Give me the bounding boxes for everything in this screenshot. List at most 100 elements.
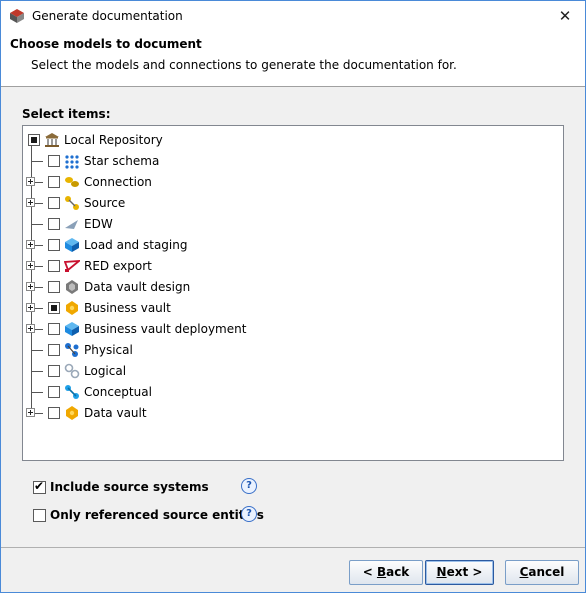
back-prefix: < — [362, 565, 377, 579]
item-checkbox[interactable] — [48, 407, 60, 419]
window-title: Generate documentation — [32, 9, 183, 23]
tree-branch-line — [31, 392, 43, 393]
close-button[interactable]: ✕ — [545, 1, 585, 31]
expand-toggle[interactable] — [26, 408, 35, 417]
tree-item-load-and-staging[interactable]: Load and staging — [23, 235, 563, 255]
edw-icon — [65, 220, 78, 229]
star-schema-icon — [65, 155, 79, 169]
only-referenced-checkbox[interactable] — [33, 509, 46, 522]
tree-item-data-vault[interactable]: Data vault — [23, 403, 563, 423]
cancel-rest: ancel — [528, 565, 565, 579]
tree-item-physical[interactable]: Physical — [23, 340, 563, 360]
footer-separator — [1, 547, 585, 548]
tree-item-data-vault-design[interactable]: Data vault design — [23, 277, 563, 297]
item-checkbox[interactable] — [48, 260, 60, 272]
tree-item-logical[interactable]: Logical — [23, 361, 563, 381]
next-button[interactable]: Next > — [425, 560, 494, 585]
tree-content: Local Repository Star schema Connection So… — [23, 126, 563, 460]
item-checkbox[interactable] — [48, 176, 60, 188]
expand-toggle[interactable] — [26, 198, 35, 207]
tree-branch-line — [35, 413, 43, 414]
item-label: Star schema — [84, 154, 160, 168]
item-label: Load and staging — [84, 238, 188, 252]
item-checkbox[interactable] — [48, 218, 60, 230]
item-label: Business vault deployment — [84, 322, 247, 336]
item-label: Conceptual — [84, 385, 152, 399]
tree-item-star-schema[interactable]: Star schema — [23, 151, 563, 171]
next-mnemonic: N — [436, 565, 447, 579]
physical-icon — [65, 343, 79, 357]
model-tree[interactable]: Local Repository Star schema Connection So… — [22, 125, 564, 461]
tree-branch-line — [35, 182, 43, 183]
item-checkbox[interactable] — [48, 197, 60, 209]
data-vault-design-icon — [66, 280, 78, 294]
expand-toggle[interactable] — [26, 177, 35, 186]
tree-branch-line — [35, 266, 43, 267]
expand-toggle[interactable] — [26, 240, 35, 249]
item-checkbox[interactable] — [48, 365, 60, 377]
help-icon[interactable]: ? — [241, 506, 257, 522]
select-items-label: Select items: — [22, 107, 111, 121]
logical-icon — [64, 363, 80, 379]
title-bar[interactable]: Generate documentation ✕ — [1, 1, 585, 31]
only-referenced-label: Only referenced source entities — [50, 508, 264, 522]
business-vault-deployment-icon — [65, 322, 79, 336]
dialog-window: Generate documentation ✕ Choose models t… — [0, 0, 586, 593]
expand-toggle[interactable] — [26, 282, 35, 291]
item-checkbox[interactable] — [48, 281, 60, 293]
source-icon — [65, 196, 79, 210]
tree-item-conceptual[interactable]: Conceptual — [23, 382, 563, 402]
repository-icon — [45, 133, 59, 147]
item-label: Logical — [84, 364, 127, 378]
tree-root-row[interactable]: Local Repository — [23, 130, 563, 150]
business-vault-icon — [66, 301, 78, 315]
expand-toggle[interactable] — [26, 261, 35, 270]
item-label: RED export — [84, 259, 152, 273]
item-checkbox[interactable] — [48, 155, 60, 167]
back-button[interactable]: < Back — [349, 560, 423, 585]
root-label: Local Repository — [64, 133, 163, 147]
back-rest: ack — [386, 565, 410, 579]
item-checkbox[interactable] — [48, 386, 60, 398]
root-checkbox[interactable] — [28, 134, 40, 146]
app-logo-icon — [10, 9, 24, 23]
expand-toggle[interactable] — [26, 303, 35, 312]
help-icon[interactable]: ? — [241, 478, 257, 494]
item-label: Source — [84, 196, 126, 210]
connection-icon — [65, 177, 79, 187]
item-label: Connection — [84, 175, 152, 189]
tree-branch-line — [35, 203, 43, 204]
tree-branch-line — [31, 224, 43, 225]
tree-branch-line — [31, 350, 43, 351]
tree-item-business-vault[interactable]: Business vault — [23, 298, 563, 318]
back-mnemonic: B — [376, 565, 387, 579]
item-checkbox[interactable] — [48, 302, 60, 314]
tree-item-edw[interactable]: EDW — [23, 214, 563, 234]
tree-item-business-vault-deployment[interactable]: Business vault deployment — [23, 319, 563, 339]
page-subtitle: Select the models and connections to gen… — [31, 58, 457, 72]
item-label: Data vault — [84, 406, 147, 420]
wizard-header: Choose models to document Select the mod… — [1, 31, 585, 87]
item-checkbox[interactable] — [48, 323, 60, 335]
tree-branch-line — [35, 308, 43, 309]
include-source-systems-checkbox[interactable] — [33, 479, 46, 494]
tree-branch-line — [35, 329, 43, 330]
cancel-button[interactable]: Cancel — [505, 560, 579, 585]
item-checkbox[interactable] — [48, 344, 60, 356]
tree-branch-line — [35, 287, 43, 288]
tree-item-red-export[interactable]: RED export — [23, 256, 563, 276]
tree-branch-line — [31, 161, 43, 162]
page-title: Choose models to document — [10, 37, 202, 51]
next-rest: ext > — [446, 565, 483, 579]
tree-item-source[interactable]: Source — [23, 193, 563, 213]
item-label: Data vault design — [84, 280, 191, 294]
item-label: Physical — [84, 343, 133, 357]
tree-item-connection[interactable]: Connection — [23, 172, 563, 192]
tree-branch-line — [35, 245, 43, 246]
item-label: Business vault — [84, 301, 171, 315]
expand-toggle[interactable] — [26, 324, 35, 333]
conceptual-icon — [65, 385, 79, 399]
item-label: EDW — [84, 217, 113, 231]
item-checkbox[interactable] — [48, 239, 60, 251]
tree-branch-line — [31, 371, 43, 372]
